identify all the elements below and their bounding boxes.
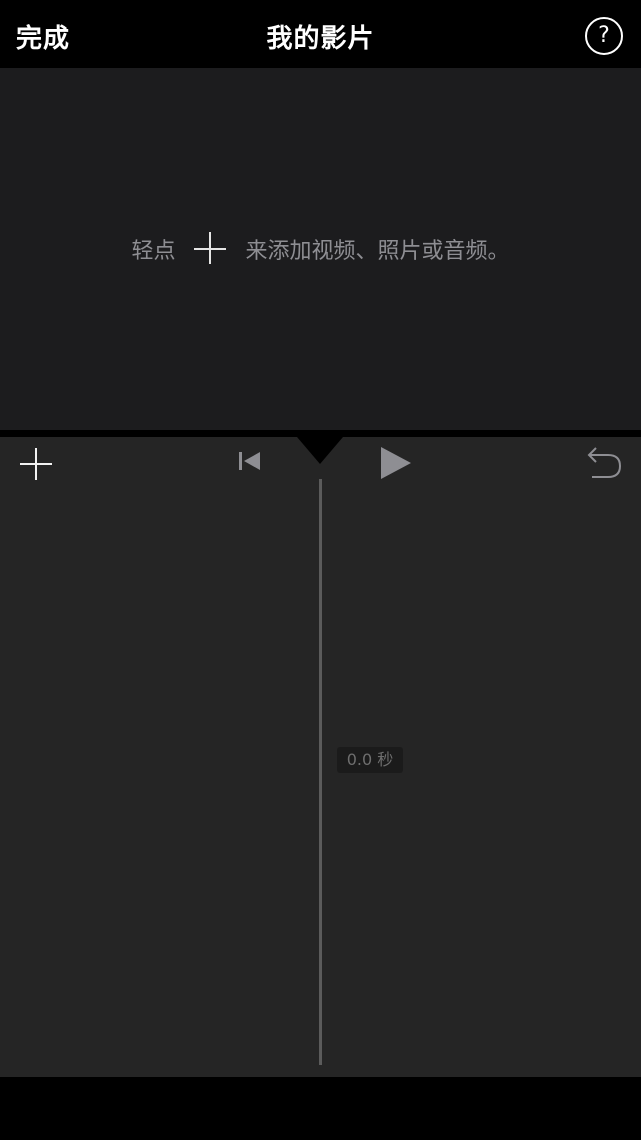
playhead-marker bbox=[297, 437, 343, 464]
timeline[interactable]: 0.0 秒 bbox=[0, 437, 641, 1077]
undo-icon[interactable] bbox=[584, 445, 624, 479]
add-media-button[interactable] bbox=[20, 448, 52, 480]
help-icon[interactable]: ? bbox=[585, 17, 623, 55]
video-preview: 轻点 来添加视频、照片或音频。 bbox=[0, 68, 641, 430]
done-button[interactable]: 完成 bbox=[16, 18, 70, 55]
play-icon[interactable] bbox=[378, 445, 414, 481]
plus-icon bbox=[193, 232, 228, 266]
playhead-line[interactable] bbox=[319, 479, 322, 1065]
navigation-bar: 完成 我的影片 ? bbox=[0, 0, 641, 68]
hint-text-before: 轻点 bbox=[131, 239, 176, 264]
skip-to-start-icon[interactable] bbox=[236, 449, 264, 473]
page-title: 我的影片 bbox=[266, 24, 375, 54]
bottom-toolbar bbox=[0, 1077, 641, 1140]
hint-text-after: 来添加视频、照片或音频。 bbox=[245, 239, 510, 264]
duration-label: 0.0 秒 bbox=[337, 747, 403, 773]
empty-hint: 轻点 来添加视频、照片或音频。 bbox=[0, 232, 641, 266]
